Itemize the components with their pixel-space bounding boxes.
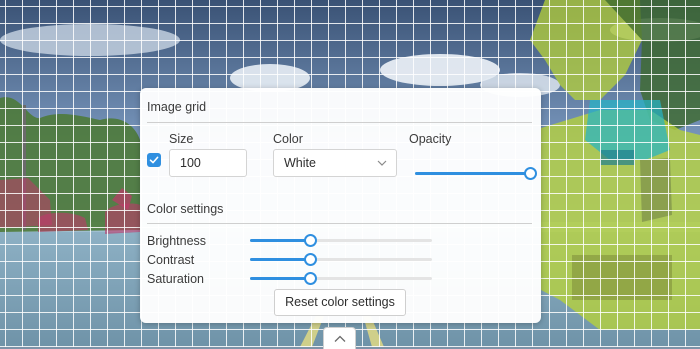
contrast-label: Contrast (147, 253, 195, 267)
grid-size-label: Size (169, 132, 194, 146)
image-settings-panel: Image grid Size 100 Color White Opacity … (140, 88, 541, 323)
grid-size-value: 100 (180, 156, 201, 170)
grid-enabled-checkbox[interactable] (147, 153, 161, 167)
grid-size-input[interactable]: 100 (169, 149, 247, 177)
saturation-slider-thumb[interactable] (304, 272, 318, 285)
checkmark-icon (149, 156, 159, 164)
color-settings-title: Color settings (147, 202, 224, 216)
grid-opacity-slider[interactable] (415, 167, 537, 180)
color-settings-divider (147, 223, 532, 224)
chevron-down-icon (377, 160, 387, 166)
grid-color-select[interactable]: White (273, 149, 397, 177)
reset-color-settings-button[interactable]: Reset color settings (274, 289, 406, 316)
contrast-slider-thumb[interactable] (304, 253, 318, 266)
grid-color-value: White (284, 156, 316, 170)
grid-opacity-slider-fill (415, 172, 530, 175)
brightness-slider-thumb[interactable] (304, 234, 318, 247)
chevron-up-icon (334, 335, 345, 342)
brightness-slider[interactable] (250, 234, 432, 247)
image-grid-title: Image grid (147, 100, 207, 114)
collapse-panel-button[interactable] (323, 327, 356, 349)
saturation-slider-fill (250, 277, 311, 280)
contrast-slider-fill (250, 258, 311, 261)
brightness-slider-fill (250, 239, 311, 242)
saturation-label: Saturation (147, 272, 204, 286)
grid-opacity-slider-thumb[interactable] (524, 167, 537, 180)
saturation-slider[interactable] (250, 272, 432, 285)
grid-color-label: Color (273, 132, 303, 146)
image-grid-divider (147, 122, 532, 123)
contrast-slider[interactable] (250, 253, 432, 266)
brightness-label: Brightness (147, 234, 207, 248)
grid-opacity-label: Opacity (409, 132, 452, 146)
